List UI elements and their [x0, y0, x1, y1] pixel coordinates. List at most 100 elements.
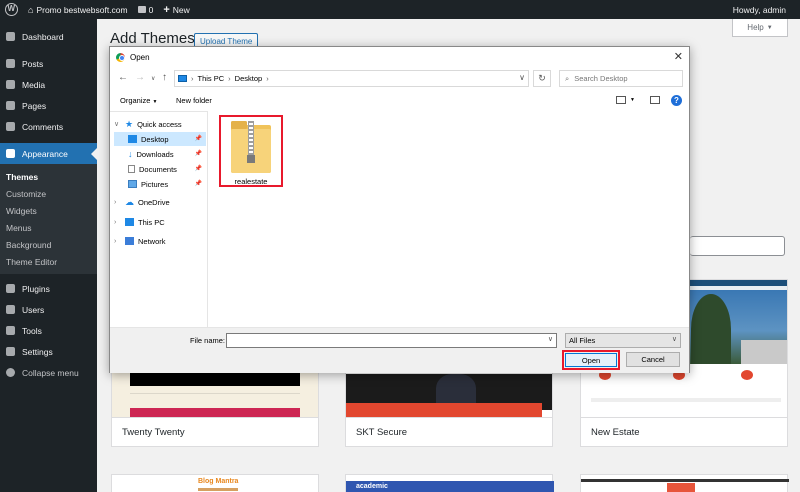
theme-card-academic[interactable]: academic: [345, 474, 554, 492]
theme-card-blog-mantra[interactable]: Blog Mantra: [111, 474, 319, 492]
picture-icon: [128, 180, 137, 188]
close-icon[interactable]: ✕: [674, 50, 683, 63]
refresh-button[interactable]: ↻: [533, 70, 551, 87]
pin-icon: 📌: [194, 181, 202, 187]
wordpress-logo-icon: [5, 3, 18, 16]
file-item-realestate[interactable]: realestate: [219, 115, 283, 187]
network-icon: [125, 237, 134, 245]
menu-settings[interactable]: Settings: [0, 341, 97, 362]
menu-label: Posts: [22, 58, 44, 69]
dialog-toolbar: Organize ▼ New folder ▼ ?: [110, 91, 689, 111]
caret-down-icon: ▼: [152, 99, 158, 105]
howdy-account[interactable]: Howdy, admin: [733, 0, 786, 19]
collapse-icon: [6, 368, 15, 377]
organize-menu[interactable]: Organize ▼: [120, 96, 157, 105]
file-name-input[interactable]: ∨: [226, 333, 557, 348]
file-type-select[interactable]: All Files ∨: [565, 333, 681, 348]
address-dropdown-icon[interactable]: ∨: [519, 73, 525, 82]
comments-count: 0: [148, 4, 154, 15]
search-placeholder: Search Desktop: [574, 74, 628, 83]
zip-folder-icon: [231, 121, 271, 173]
menu-tools[interactable]: Tools: [0, 320, 97, 341]
nav-label: Desktop: [141, 134, 169, 144]
collapse-menu-button[interactable]: Collapse menu: [0, 362, 97, 383]
menu-dashboard[interactable]: Dashboard: [0, 26, 97, 47]
menu-appearance[interactable]: Appearance: [0, 143, 97, 164]
site-name: Promo bestwebsoft.com: [36, 4, 128, 15]
theme-preview-text: Blog Mantra: [198, 478, 239, 485]
pin-icon: [6, 59, 15, 68]
up-arrow-icon[interactable]: ↑: [162, 72, 167, 83]
nav-downloads[interactable]: ↓ Downloads 📌: [114, 147, 206, 161]
menu-users[interactable]: Users: [0, 299, 97, 320]
chevron-right-icon: ›: [114, 237, 117, 245]
submenu-theme-editor[interactable]: Theme Editor: [0, 253, 97, 270]
menu-label: Tools: [22, 325, 42, 336]
forward-arrow-icon[interactable]: →: [135, 72, 145, 83]
menu-label: Pages: [22, 100, 47, 111]
menu-comments[interactable]: Comments: [0, 116, 97, 137]
help-icon[interactable]: ?: [671, 95, 682, 106]
organize-label: Organize: [120, 96, 151, 105]
recent-dropdown-icon[interactable]: ∨: [151, 75, 155, 82]
site-name-link[interactable]: ⌂ Promo bestwebsoft.com: [23, 0, 133, 19]
breadcrumb-desktop[interactable]: Desktop: [235, 74, 263, 83]
preview-pane-icon[interactable]: [650, 96, 660, 104]
media-icon: [6, 80, 15, 89]
theme-name: New Estate: [581, 417, 787, 446]
address-bar[interactable]: › This PC › Desktop › ∨: [174, 70, 529, 87]
menu-label: Appearance: [22, 148, 68, 159]
help-tab-button[interactable]: Help ▼: [732, 19, 788, 37]
view-options-icon[interactable]: [616, 96, 626, 104]
pin-icon: 📌: [194, 166, 202, 172]
dashboard-icon: [6, 32, 15, 41]
open-button-highlight: Open: [562, 350, 620, 370]
menu-plugins[interactable]: Plugins: [0, 278, 97, 299]
new-content-link[interactable]: + New: [158, 0, 194, 19]
submenu-background[interactable]: Background: [0, 236, 97, 253]
brush-icon: [6, 149, 15, 158]
pin-icon: 📌: [194, 136, 202, 142]
desktop-icon: [128, 135, 137, 143]
cancel-button[interactable]: Cancel: [626, 352, 680, 367]
plug-icon: [6, 284, 15, 293]
admin-bar: ⌂ Promo bestwebsoft.com 0 + New Howdy, a…: [0, 0, 800, 19]
nav-this-pc[interactable]: › This PC: [114, 215, 206, 229]
new-folder-button[interactable]: New folder: [176, 96, 212, 105]
document-icon: [128, 165, 135, 173]
nav-desktop[interactable]: Desktop 📌: [114, 132, 206, 146]
menu-label: Users: [22, 304, 45, 315]
navigation-pane: ∨ ★ Quick access Desktop 📌 ↓ Downloads 📌…: [110, 111, 208, 327]
menu-pages[interactable]: Pages: [0, 95, 97, 116]
download-icon: ↓: [128, 149, 133, 159]
submenu-customize[interactable]: Customize: [0, 185, 97, 202]
caret-down-icon[interactable]: ▼: [630, 97, 635, 103]
comments-link[interactable]: 0: [133, 0, 159, 19]
search-icon: ⌕: [565, 73, 570, 83]
nav-pictures[interactable]: Pictures 📌: [114, 177, 206, 191]
home-icon: ⌂: [28, 4, 34, 15]
theme-search-input[interactable]: [690, 236, 785, 256]
menu-media[interactable]: Media: [0, 74, 97, 95]
search-desktop-input[interactable]: ⌕ Search Desktop: [559, 70, 683, 87]
open-button[interactable]: Open: [565, 353, 617, 367]
nav-documents[interactable]: Documents 📌: [114, 162, 206, 176]
submenu-themes[interactable]: Themes: [0, 168, 97, 185]
breadcrumb-this-pc[interactable]: This PC: [198, 74, 225, 83]
help-label: Help: [747, 23, 764, 32]
menu-label: Media: [22, 79, 46, 90]
howdy-text: Howdy, admin: [732, 4, 786, 15]
submenu-menus[interactable]: Menus: [0, 219, 97, 236]
chevron-down-icon[interactable]: ∨: [548, 335, 553, 343]
cloud-icon: ☁: [125, 196, 134, 207]
nav-quick-access[interactable]: ∨ ★ Quick access: [114, 117, 206, 131]
breadcrumb-separator-icon: ›: [228, 74, 231, 83]
nav-network[interactable]: › Network: [114, 234, 206, 248]
menu-posts[interactable]: Posts: [0, 53, 97, 74]
nav-onedrive[interactable]: › ☁ OneDrive: [114, 195, 206, 209]
submenu-widgets[interactable]: Widgets: [0, 202, 97, 219]
theme-card-pet[interactable]: [580, 474, 789, 492]
breadcrumb-separator-icon: ›: [191, 74, 194, 83]
wordpress-menu[interactable]: [0, 0, 23, 19]
back-arrow-icon[interactable]: ←: [118, 72, 128, 83]
